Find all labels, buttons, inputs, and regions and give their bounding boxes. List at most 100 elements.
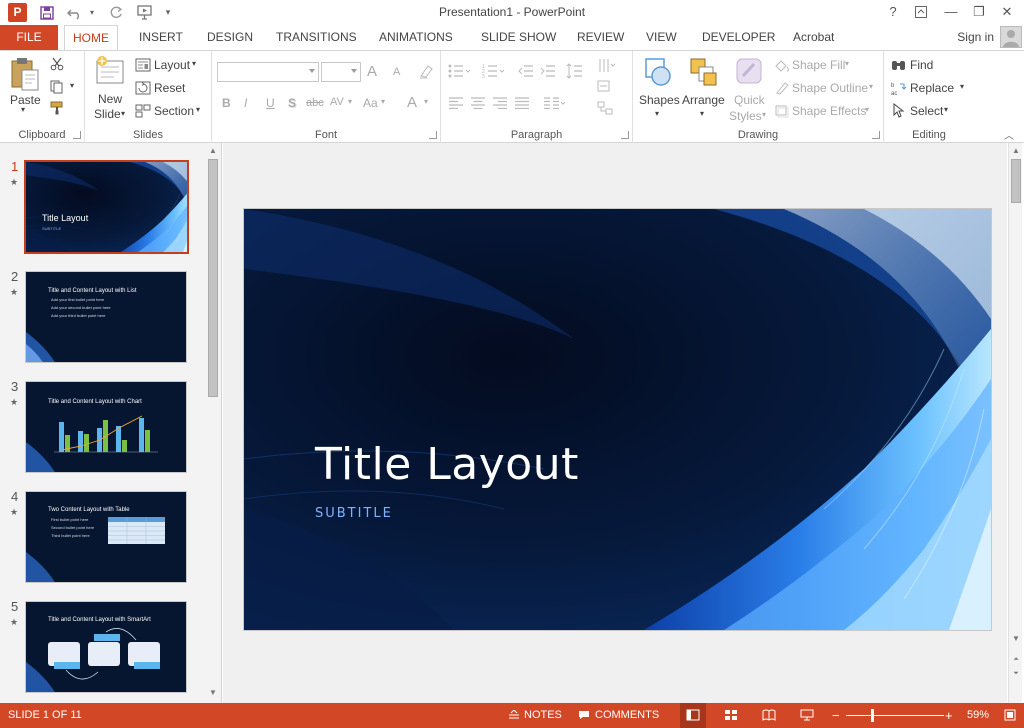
scrollbar-thumb[interactable] bbox=[1011, 159, 1021, 203]
slide-thumbnail-3[interactable]: Title and Content Layout with Chart bbox=[25, 381, 187, 473]
comments-button[interactable]: COMMENTS bbox=[595, 703, 659, 728]
new-slide-label-1[interactable]: New bbox=[98, 92, 122, 106]
tab-slide-show[interactable]: SLIDE SHOW bbox=[473, 25, 564, 50]
align-right-icon[interactable] bbox=[492, 97, 508, 112]
copy-dropdown-icon[interactable]: ▾ bbox=[70, 81, 74, 90]
shape-fill-icon[interactable] bbox=[774, 58, 790, 75]
tab-review[interactable]: REVIEW bbox=[569, 25, 632, 50]
scroll-up-icon[interactable]: ▲ bbox=[208, 146, 218, 156]
next-slide-icon[interactable]: ⏷ bbox=[1011, 669, 1021, 679]
quick-styles-dropdown-icon[interactable]: ▾ bbox=[762, 110, 766, 119]
align-center-icon[interactable] bbox=[470, 97, 486, 112]
close-button[interactable]: ✕ bbox=[994, 2, 1020, 22]
thumbnail-scrollbar[interactable]: ▲ ▼ bbox=[206, 143, 220, 703]
shape-effects-button[interactable]: Shape Effects bbox=[792, 104, 867, 118]
tab-home[interactable]: HOME bbox=[64, 25, 118, 51]
tab-file[interactable]: FILE bbox=[0, 25, 58, 50]
collapse-ribbon-icon[interactable]: ︿ bbox=[1004, 127, 1014, 142]
shape-fill-dropdown-icon[interactable]: ▾ bbox=[845, 59, 849, 68]
shape-outline-icon[interactable] bbox=[774, 81, 790, 98]
new-slide-label-2[interactable]: Slide bbox=[94, 107, 121, 121]
find-icon[interactable] bbox=[891, 58, 907, 75]
slide-sorter-icon[interactable] bbox=[724, 703, 738, 728]
underline-button[interactable]: U bbox=[266, 96, 275, 110]
slide-subtitle[interactable]: SUBTITLE bbox=[315, 506, 393, 521]
increase-font-size-button[interactable]: A bbox=[367, 63, 377, 80]
find-button[interactable]: Find bbox=[910, 58, 933, 72]
current-slide[interactable]: Title Layout SUBTITLE bbox=[244, 209, 991, 630]
shape-effects-dropdown-icon[interactable]: ▾ bbox=[865, 105, 869, 114]
tab-transitions[interactable]: TRANSITIONS bbox=[268, 25, 365, 50]
italic-button[interactable]: I bbox=[244, 96, 247, 110]
slide-thumbnail-5[interactable]: Title and Content Layout with SmartArt bbox=[25, 601, 187, 693]
change-case-button[interactable]: Aa bbox=[363, 96, 378, 110]
numbering-icon[interactable]: 123 bbox=[482, 64, 505, 81]
character-spacing-button[interactable]: AV bbox=[330, 96, 344, 108]
reset-button[interactable]: Reset bbox=[154, 81, 185, 95]
drawing-launcher-icon[interactable] bbox=[872, 131, 880, 139]
shape-fill-button[interactable]: Shape Fill bbox=[792, 58, 845, 72]
zoom-slider-track[interactable] bbox=[846, 715, 944, 716]
zoom-in-icon[interactable]: + bbox=[945, 703, 953, 728]
replace-icon[interactable]: b ac bbox=[891, 81, 907, 99]
slide-thumbnail-2[interactable]: Title and Content Layout with List Add y… bbox=[25, 271, 187, 363]
shapes-icon[interactable] bbox=[643, 56, 673, 91]
notes-icon[interactable] bbox=[508, 703, 520, 728]
columns-icon[interactable] bbox=[543, 97, 566, 112]
restore-button[interactable]: ❐ bbox=[966, 2, 992, 22]
zoom-out-icon[interactable]: − bbox=[832, 703, 840, 728]
shapes-button[interactable]: Shapes bbox=[639, 93, 680, 107]
select-cursor-icon[interactable] bbox=[893, 102, 905, 121]
paste-button[interactable]: Paste bbox=[10, 93, 41, 107]
font-name-combobox[interactable] bbox=[217, 62, 319, 82]
convert-to-smartart-icon[interactable] bbox=[597, 101, 615, 118]
font-color-button[interactable]: A bbox=[407, 94, 417, 111]
paragraph-launcher-icon[interactable] bbox=[621, 131, 629, 139]
font-color-dropdown-icon[interactable]: ▾ bbox=[424, 97, 428, 106]
shape-effects-icon[interactable] bbox=[774, 104, 790, 121]
section-dropdown-icon[interactable]: ▾ bbox=[196, 105, 200, 114]
slide-scrollbar[interactable]: ▲ ▼ ⏶ ⏷ bbox=[1008, 143, 1022, 703]
zoom-slider-thumb[interactable] bbox=[871, 709, 874, 722]
clear-formatting-icon[interactable] bbox=[418, 64, 434, 82]
line-spacing-icon[interactable] bbox=[565, 63, 587, 82]
bullets-icon[interactable] bbox=[448, 64, 471, 81]
increase-indent-icon[interactable] bbox=[540, 64, 556, 81]
scroll-up-icon[interactable]: ▲ bbox=[1011, 146, 1021, 156]
scroll-down-icon[interactable]: ▼ bbox=[1011, 634, 1021, 644]
arrange-button[interactable]: Arrange bbox=[682, 93, 725, 107]
cut-icon[interactable] bbox=[50, 57, 64, 74]
decrease-font-size-button[interactable]: A bbox=[393, 66, 400, 78]
tab-acrobat[interactable]: Acrobat bbox=[785, 25, 842, 50]
text-direction-icon[interactable] bbox=[597, 58, 616, 76]
replace-button[interactable]: Replace bbox=[910, 81, 954, 95]
replace-dropdown-icon[interactable]: ▾ bbox=[960, 82, 964, 91]
section-button[interactable]: Section bbox=[154, 104, 194, 118]
tab-developer[interactable]: DEVELOPER bbox=[694, 25, 783, 50]
justify-icon[interactable] bbox=[514, 97, 530, 112]
reading-view-icon[interactable] bbox=[762, 703, 776, 728]
bold-button[interactable]: B bbox=[222, 96, 231, 110]
tab-insert[interactable]: INSERT bbox=[131, 25, 191, 50]
quick-styles-icon[interactable] bbox=[734, 56, 764, 91]
decrease-indent-icon[interactable] bbox=[518, 64, 534, 81]
slide-show-icon[interactable] bbox=[800, 703, 814, 728]
scrollbar-thumb[interactable] bbox=[208, 159, 218, 397]
slide-title[interactable]: Title Layout bbox=[315, 439, 579, 490]
tab-design[interactable]: DESIGN bbox=[199, 25, 261, 50]
zoom-level[interactable]: 59% bbox=[967, 703, 989, 728]
layout-icon[interactable] bbox=[135, 58, 151, 75]
normal-view-icon[interactable] bbox=[680, 703, 706, 728]
shape-outline-button[interactable]: Shape Outline bbox=[792, 81, 868, 95]
comments-icon[interactable] bbox=[578, 703, 590, 728]
format-painter-icon[interactable] bbox=[50, 101, 66, 118]
minimize-button[interactable]: — bbox=[938, 2, 964, 22]
layout-button[interactable]: Layout bbox=[154, 58, 190, 72]
character-spacing-dropdown-icon[interactable]: ▾ bbox=[348, 97, 352, 106]
ribbon-display-options-icon[interactable] bbox=[908, 2, 934, 22]
reset-icon[interactable] bbox=[135, 81, 151, 98]
select-dropdown-icon[interactable]: ▾ bbox=[944, 105, 948, 114]
change-case-dropdown-icon[interactable]: ▾ bbox=[381, 97, 385, 106]
select-button[interactable]: Select bbox=[910, 104, 943, 118]
font-size-combobox[interactable] bbox=[321, 62, 361, 82]
